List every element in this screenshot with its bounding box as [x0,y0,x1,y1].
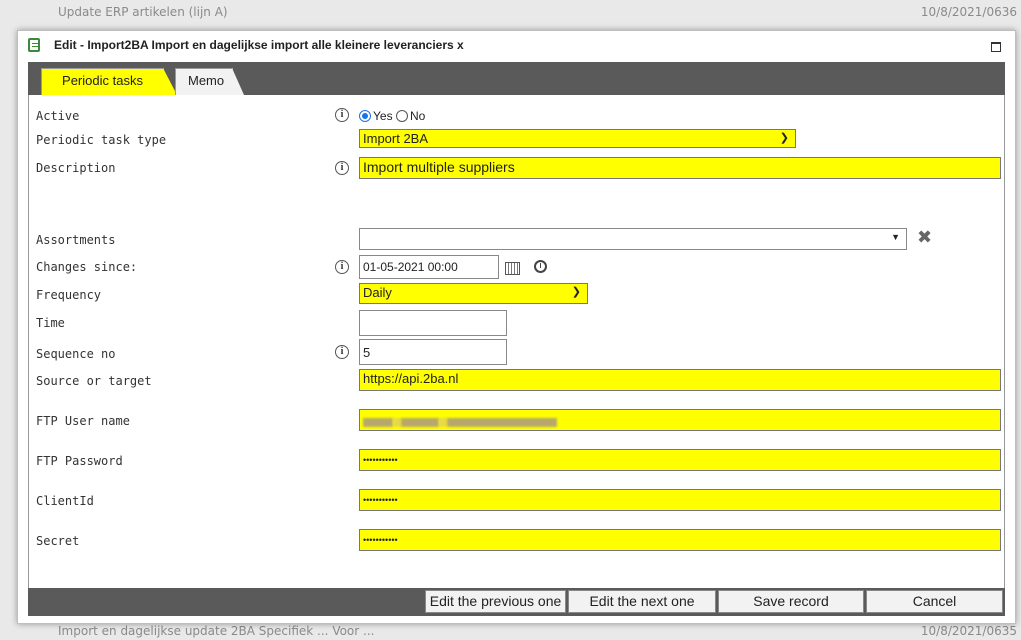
sequence-label: Sequence no [36,347,116,361]
maximize-icon[interactable] [991,42,1001,52]
frequency-label: Frequency [36,288,102,302]
background-row-date: 10/8/2021/0635 [920,624,1017,638]
client-id-row: ClientId ••••••••••• [29,489,1004,511]
tab-periodic-tasks[interactable]: Periodic tasks [41,68,177,95]
frequency-value: Daily [363,285,392,300]
source-input[interactable]: https://api.2ba.nl [359,369,1001,391]
form-panel: Active i Yes No Periodic task type Impor… [28,95,1005,588]
assortments-select[interactable]: ▼ [359,228,907,250]
ftp-user-row: FTP User name [29,409,1004,431]
info-icon[interactable]: i [335,260,349,274]
active-yes-radio[interactable] [359,110,371,122]
info-icon[interactable]: i [335,345,349,359]
task-type-select[interactable]: Import 2BA ❯ [359,129,796,148]
dialog-titlebar[interactable]: Edit - Import2BA Import en dagelijkse im… [18,31,1015,61]
redacted-text [401,418,439,428]
background-list-row: Import en dagelijkse update 2BA Specifie… [28,624,1021,640]
edit-next-button[interactable]: Edit the next one [568,590,716,613]
save-record-button[interactable]: Save record [718,590,864,613]
ftp-password-row: FTP Password ••••••••••• [29,449,1004,471]
active-no-label[interactable]: No [410,109,425,123]
caret-down-icon: ▼ [891,232,900,242]
changes-since-input[interactable]: 01-05-2021 00:00 [359,255,499,279]
client-id-label: ClientId [36,494,94,508]
task-type-label: Periodic task type [36,133,167,147]
background-row-text: Import en dagelijkse update 2BA Specifie… [58,624,375,638]
task-type-value: Import 2BA [363,131,429,146]
active-row: Active i Yes No [29,107,1004,125]
frequency-row: Frequency Daily ❯ [29,283,1004,305]
chevron-down-icon: ❯ [571,286,581,298]
edit-previous-button[interactable]: Edit the previous one [425,590,566,613]
info-icon[interactable]: i [335,108,349,122]
secret-row: Secret ••••••••••• [29,529,1004,551]
redacted-text [393,418,401,428]
time-input[interactable] [359,310,507,336]
source-row: Source or target https://api.2ba.nl [29,369,1004,391]
chevron-down-icon: ❯ [779,132,789,144]
changes-since-row: Changes since: i 01-05-2021 00:00 [29,255,1004,279]
time-row: Time [29,310,1004,336]
changes-since-label: Changes since: [36,260,138,274]
clock-icon[interactable] [534,260,547,273]
ftp-user-input[interactable] [359,409,1001,431]
redacted-text [439,418,447,428]
time-label: Time [36,316,65,330]
assortments-label: Assortments [36,233,116,247]
footer-button-bar: Edit the previous one Edit the next one … [28,588,1005,616]
active-yes-label[interactable]: Yes [373,109,393,123]
tab-memo[interactable]: Memo [175,68,244,95]
clear-icon[interactable]: ✖ [917,227,932,248]
calendar-icon[interactable] [505,262,520,275]
assortments-row: Assortments ▼ ✖ [29,227,1004,252]
ftp-password-label: FTP Password [36,454,123,468]
background-row-text: Update ERP artikelen (lijn A) [58,5,228,19]
source-label: Source or target [36,374,152,388]
cancel-button[interactable]: Cancel [866,590,1003,613]
background-list-row: Update ERP artikelen (lijn A) 10/8/2021/… [28,5,1021,21]
ftp-user-label: FTP User name [36,414,130,428]
active-label: Active [36,109,80,123]
background-row-date: 10/8/2021/0636 [920,5,1017,19]
ftp-password-input[interactable]: ••••••••••• [359,449,1001,471]
info-icon[interactable]: i [335,161,349,175]
client-id-input[interactable]: ••••••••••• [359,489,1001,511]
redacted-text [363,418,393,428]
description-label: Description [36,161,116,175]
active-no-radio[interactable] [396,110,408,122]
edit-dialog: Edit - Import2BA Import en dagelijkse im… [17,30,1016,624]
secret-label: Secret [36,534,80,548]
description-row: Description i Import multiple suppliers [29,157,1004,179]
description-input[interactable]: Import multiple suppliers [359,157,1001,179]
secret-input[interactable]: ••••••••••• [359,529,1001,551]
document-icon [28,38,40,52]
sequence-row: Sequence no i 5 [29,339,1004,365]
frequency-select[interactable]: Daily ❯ [359,283,588,304]
dialog-title: Edit - Import2BA Import en dagelijkse im… [54,38,464,52]
tab-bar: Periodic tasks Memo [28,62,1005,95]
sequence-input[interactable]: 5 [359,339,507,365]
task-type-row: Periodic task type Import 2BA ❯ [29,129,1004,149]
redacted-text [447,418,557,428]
